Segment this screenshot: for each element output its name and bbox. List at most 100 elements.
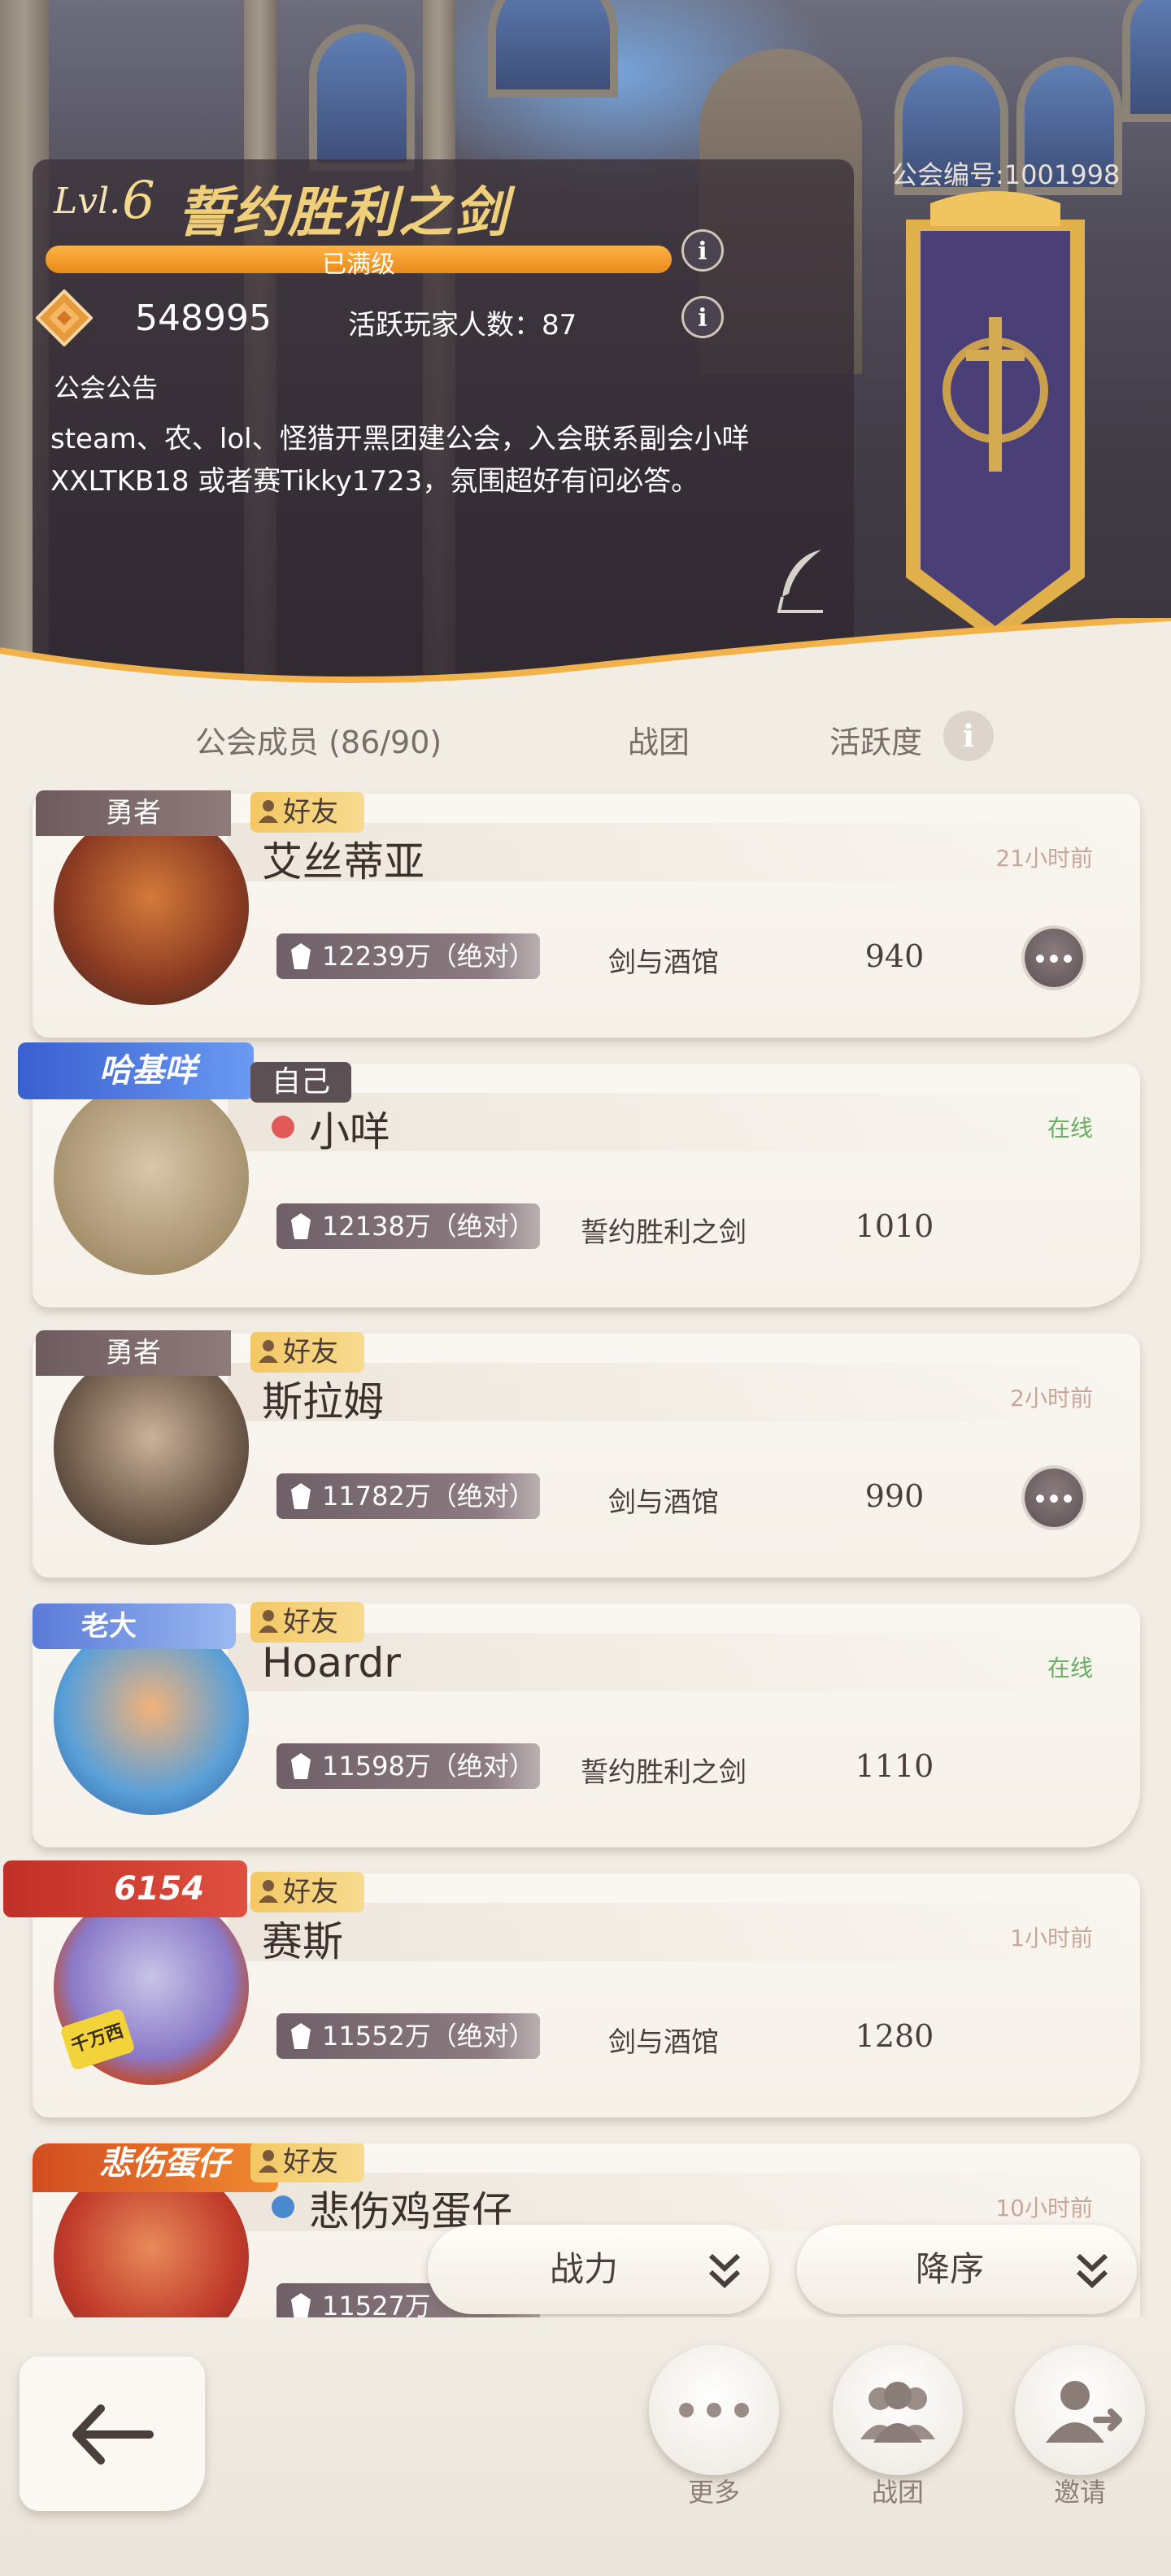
member-power-value: 11552万（绝对） [322, 2021, 535, 2052]
member-power: 11552万（绝对） [276, 2013, 540, 2059]
avatar[interactable] [54, 1080, 249, 1275]
more-button[interactable] [649, 2345, 779, 2475]
friend-tag-label: 好友 [283, 1336, 338, 1368]
person-icon [259, 1610, 278, 1633]
back-button[interactable] [20, 2356, 205, 2511]
friend-tag: 好友 [250, 1602, 364, 1643]
role-tag: 勇者 [36, 790, 231, 836]
member-team: 剑与酒馆 [608, 946, 719, 979]
coin-icon [36, 289, 93, 346]
chevron-down-icon [708, 2253, 741, 2289]
member-activity: 1280 [855, 2018, 934, 2054]
member-power: 12239万（绝对） [276, 933, 540, 979]
member-last-online: 1小时前 [1010, 1925, 1093, 1952]
active-players-count: 活跃玩家人数：87 [348, 309, 577, 342]
avatar[interactable] [54, 810, 249, 1005]
team-label: 战团 [871, 2477, 924, 2508]
power-icon [291, 1213, 311, 1239]
guild-coins: 548995 [135, 298, 272, 339]
member-power-value: 11598万（绝对） [322, 1751, 535, 1782]
member-power-value: 12239万（绝对） [322, 941, 535, 972]
member-power: 11598万（绝对） [276, 1743, 540, 1789]
activity-rule-info-icon[interactable]: i [943, 711, 994, 761]
power-icon [291, 1483, 311, 1509]
more-label: 更多 [687, 2477, 740, 2508]
group-icon [860, 2382, 935, 2443]
notice-title: 公会公告 [54, 372, 159, 403]
member-last-online: 21小时前 [995, 845, 1093, 872]
member-more-button[interactable] [1025, 929, 1083, 987]
sort-order-label: 降序 [916, 2249, 985, 2289]
person-icon [259, 1880, 278, 1903]
sort-by-dropdown[interactable]: 战力 [428, 2225, 769, 2314]
member-power-value: 11782万（绝对） [322, 1481, 535, 1512]
member-last-online: 10小时前 [995, 2195, 1093, 2221]
member-name: 赛斯 [262, 1918, 343, 1965]
invite-label: 邀请 [1053, 2477, 1106, 2508]
friend-tag: 好友 [250, 1332, 364, 1373]
quill-icon[interactable] [774, 546, 826, 615]
person-icon [259, 1340, 278, 1363]
friend-tag: 好友 [250, 2143, 364, 2182]
title-badge: 悲伤蛋仔 [33, 2143, 278, 2192]
guild-level-prefix: Lvl. [54, 181, 121, 222]
power-icon [291, 2023, 311, 2049]
notice-text: steam、农、lol、怪猎开黑团建公会，入会联系副会小咩XXLTKB18 或者… [50, 423, 750, 498]
self-tag: 自己 [250, 1062, 351, 1103]
friend-tag-label: 好友 [283, 1876, 338, 1908]
member-team: 剑与酒馆 [608, 2026, 719, 2059]
member-name: 斯拉姆 [262, 1378, 384, 1425]
member-card[interactable]: 勇者 好友 艾丝蒂亚 21小时前 12239万（绝对） 剑与酒馆 940 [33, 790, 1140, 1038]
member-team: 誓约胜利之剑 [581, 1216, 747, 1249]
power-icon [291, 2293, 311, 2317]
header-divider [0, 618, 1171, 732]
person-icon [259, 800, 278, 823]
role-tag: 勇者 [36, 1330, 231, 1376]
member-last-online: 2小时前 [1010, 1385, 1093, 1412]
add-user-icon [1046, 2381, 1122, 2443]
member-team: 剑与酒馆 [608, 1486, 719, 1519]
title-badge: 哈基咩 [18, 1042, 254, 1099]
tab-activity[interactable]: 活跃度 [829, 717, 922, 762]
person-icon [259, 2150, 278, 2173]
friend-tag-label: 好友 [283, 2146, 338, 2178]
chevron-down-icon [1076, 2253, 1108, 2289]
tab-members[interactable]: 公会成员 (86/90) [195, 717, 442, 762]
member-team: 誓约胜利之剑 [581, 1756, 747, 1789]
member-power: 12138万（绝对） [276, 1203, 540, 1249]
avatar[interactable] [54, 1350, 249, 1545]
member-card[interactable]: 哈基咩 自己 小咩 在线 12138万（绝对） 誓约胜利之剑 1010 [18, 1042, 1140, 1308]
title-badge: 老大 [33, 1603, 236, 1649]
team-button[interactable] [833, 2345, 963, 2475]
sort-order-dropdown[interactable]: 降序 [797, 2225, 1137, 2314]
member-more-button[interactable] [1025, 1469, 1083, 1527]
guild-name: 誓约胜利之剑 [177, 181, 509, 244]
gender-icon [272, 2195, 294, 2218]
member-card[interactable]: 千万西 6154 好友 赛斯 1小时前 11552万（绝对） 剑与酒馆 1280 [3, 1860, 1140, 2117]
power-icon [291, 943, 311, 969]
member-power-value: 12138万（绝对） [322, 1211, 535, 1242]
banner-emblem [906, 191, 1085, 642]
tab-team[interactable]: 战团 [628, 717, 690, 762]
guild-level-progress-text: 已满级 [322, 250, 395, 279]
invite-button[interactable] [1015, 2345, 1145, 2475]
friend-tag: 好友 [250, 792, 364, 833]
member-name: 小咩 [309, 1108, 390, 1155]
sort-by-label: 战力 [550, 2249, 619, 2289]
avatar[interactable] [54, 1620, 249, 1815]
friend-tag: 好友 [250, 1872, 364, 1912]
member-activity: 990 [864, 1478, 925, 1514]
guild-level: 6 [122, 171, 155, 231]
member-name: Hoardr [262, 1639, 401, 1686]
activity-info-icon[interactable]: i [681, 296, 724, 338]
friend-tag-label: 好友 [283, 796, 338, 829]
friend-tag-label: 好友 [283, 1606, 338, 1638]
member-activity: 1110 [855, 1748, 934, 1784]
member-card[interactable]: 老大 好友 Hoardr 在线 11598万（绝对） 誓约胜利之剑 1110 [33, 1602, 1140, 1847]
gender-icon [272, 1116, 294, 1138]
power-icon [291, 1753, 311, 1779]
back-arrow-icon [72, 2404, 154, 2465]
level-info-icon[interactable]: i [681, 229, 724, 272]
member-activity: 940 [864, 938, 925, 974]
member-card[interactable]: 勇者 好友 斯拉姆 2小时前 11782万（绝对） 剑与酒馆 990 [33, 1330, 1140, 1577]
